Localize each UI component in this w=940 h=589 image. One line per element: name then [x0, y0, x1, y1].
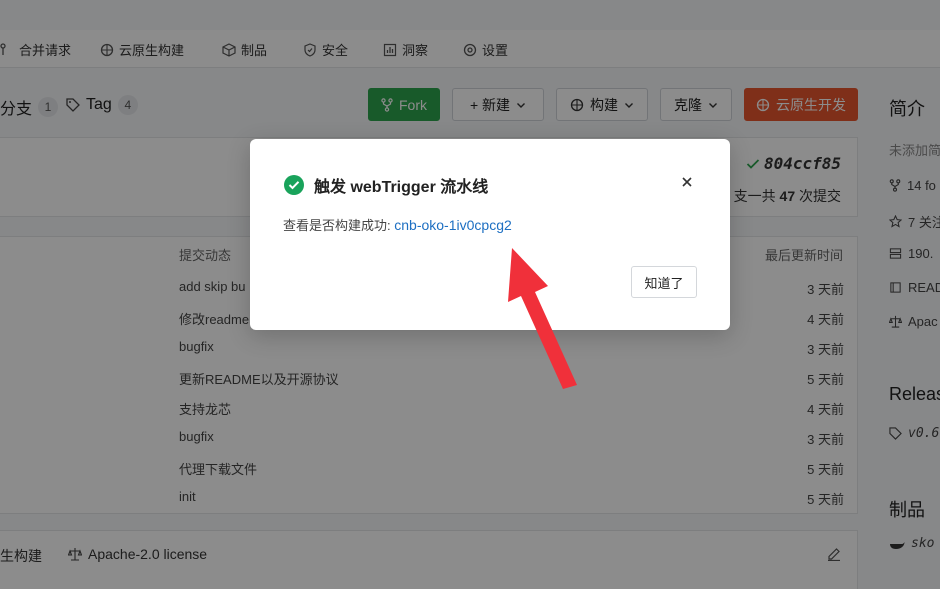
build-link[interactable]: cnb-oko-1iv0cpcg2 — [394, 217, 512, 233]
dialog-title: 触发 webTrigger 流水线 — [284, 173, 488, 197]
dialog-body-text: 查看是否构建成功: — [283, 218, 391, 233]
dialog-title-text: 触发 webTrigger 流水线 — [314, 179, 489, 196]
success-check-icon — [284, 175, 304, 195]
acknowledge-button[interactable]: 知道了 — [631, 266, 697, 298]
close-icon[interactable] — [680, 175, 694, 189]
annotation-arrow — [508, 248, 577, 389]
dialog-body: 查看是否构建成功: cnb-oko-1iv0cpcg2 — [283, 215, 512, 234]
